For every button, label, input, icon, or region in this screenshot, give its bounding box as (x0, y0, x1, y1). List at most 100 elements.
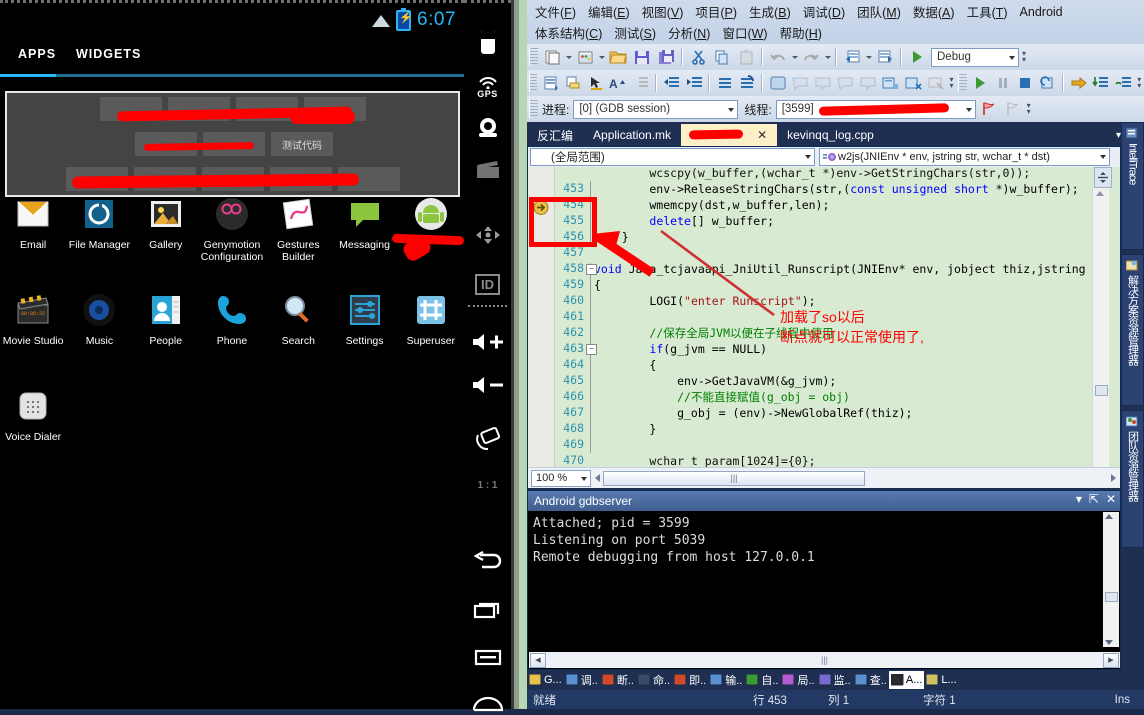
open-file-icon[interactable] (607, 47, 629, 68)
remove-bookmark-folder-icon[interactable] (903, 73, 924, 94)
app-phone[interactable]: Phone (199, 289, 265, 377)
add-bookmark-folder-icon[interactable] (880, 73, 901, 94)
toolbar-grip[interactable] (529, 74, 537, 92)
insert-snippet-icon[interactable] (563, 73, 584, 94)
scale-one-to-one-icon[interactable]: 1 : 1 (464, 471, 511, 499)
save-all-icon[interactable] (655, 47, 677, 68)
scroll-right-icon[interactable]: ▶ (1103, 653, 1119, 668)
new-project-dropdown-icon[interactable] (564, 47, 573, 68)
app-superuser[interactable]: Superuser (398, 289, 464, 377)
dock-item-6[interactable]: 输.. (708, 671, 744, 689)
editor-tab-2[interactable]: Application.mk (583, 124, 681, 146)
dock-item-7[interactable]: 自.. (744, 671, 780, 689)
vertical-tab-team-explorer[interactable]: 团队资源管理器 (1121, 410, 1144, 548)
paste-icon[interactable] (735, 47, 757, 68)
navigate-dropdown-icon[interactable] (864, 47, 873, 68)
menu-item-7[interactable]: 团队(M) (851, 0, 907, 23)
step-over-icon[interactable] (1113, 73, 1134, 94)
decrease-indent-icon[interactable] (631, 73, 652, 94)
increase-line-indent-icon[interactable] (684, 73, 705, 94)
stop-debugging-icon[interactable] (1015, 73, 1036, 94)
toolbar-overflow-icon[interactable]: ▾▾ (1019, 46, 1029, 68)
display-tag-info-icon[interactable] (540, 73, 561, 94)
dock-item-2[interactable]: 调.. (564, 671, 600, 689)
output-horizontal-scrollbar[interactable]: ◀ ||| ▶ (529, 652, 1120, 668)
save-icon[interactable] (631, 47, 653, 68)
back-icon[interactable] (464, 546, 511, 576)
menu-item-2[interactable]: 测试(S) (608, 21, 662, 44)
undo-dropdown-icon[interactable] (790, 47, 799, 68)
menu-item-6[interactable]: 调试(D) (797, 0, 851, 23)
app-gallery[interactable]: Gallery (133, 193, 199, 281)
app-button-popup[interactable]: 测试代码 (5, 91, 460, 197)
add-item-icon[interactable] (574, 47, 596, 68)
toolbar-overflow-icon[interactable]: ▾▾ (1135, 72, 1144, 94)
dock-item-5[interactable]: 即.. (672, 671, 708, 689)
vertical-tab-intellitrace[interactable]: IntelliTrace (1121, 122, 1144, 250)
menu-item-5[interactable]: 生成(B) (743, 0, 797, 23)
dpad-icon[interactable] (464, 220, 511, 250)
font-size-icon[interactable]: A (608, 73, 629, 94)
app-movie-studio[interactable]: 09:06:25 Movie Studio (0, 289, 66, 377)
code-line[interactable]: g_obj = (env)->NewGlobalRef(thiz); (594, 405, 913, 421)
video-clapper-icon[interactable] (464, 155, 511, 185)
code-editor[interactable]: (全局范围) w2js(JNIEnv * env, jstring str, w… (527, 146, 1121, 488)
member-combo[interactable]: w2js(JNIEnv * env, jstring str, wchar_t … (819, 148, 1110, 166)
scroll-up-icon[interactable] (1105, 514, 1113, 519)
volume-up-icon[interactable] (464, 328, 511, 356)
code-line[interactable]: { (594, 357, 656, 373)
menu-item-10[interactable]: Android (1014, 3, 1069, 21)
hscrollbar-thumb[interactable]: ||| (603, 471, 865, 486)
dock-item-12[interactable]: L... (924, 671, 958, 689)
app-people[interactable]: People (133, 289, 199, 377)
prev-bookmark-icon[interactable] (790, 73, 811, 94)
app-voice-dialer[interactable]: Voice Dialer (0, 385, 66, 473)
identifiers-icon[interactable]: ID (464, 270, 511, 298)
new-project-icon[interactable] (541, 47, 563, 68)
decrease-line-indent-icon[interactable] (661, 73, 682, 94)
process-combo[interactable]: [0] (GDB session) (573, 100, 738, 119)
dock-item-4[interactable]: 命.. (636, 671, 672, 689)
menu-item-4[interactable]: 项目(P) (689, 0, 743, 23)
menu-item-2[interactable]: 编辑(E) (582, 0, 636, 23)
menu-item-9[interactable]: 工具(T) (961, 0, 1014, 23)
menu-item-5[interactable]: 帮助(H) (774, 21, 828, 44)
menu-item-3[interactable]: 分析(N) (662, 21, 716, 44)
dock-item-9[interactable]: 监.. (817, 671, 853, 689)
code-line[interactable]: wchar_t param[1024]={0}; (594, 453, 816, 467)
solution-configuration-combo[interactable]: Debug (931, 48, 1019, 67)
navigate-forward-icon[interactable] (874, 47, 896, 68)
step-into-icon[interactable] (1090, 73, 1111, 94)
menu-item-8[interactable]: 数据(A) (907, 0, 961, 23)
editor-tab-1[interactable]: 反汇编 (527, 124, 583, 146)
dock-item-11[interactable]: A... (889, 671, 925, 689)
scroll-left-icon[interactable]: ◀ (530, 653, 546, 668)
toolbar-grip[interactable] (529, 100, 538, 118)
code-text-area[interactable]: wcscpy(w_buffer,(wchar_t *)env->GetStrin… (528, 167, 1120, 467)
output-vertical-scrollbar[interactable] (1103, 512, 1119, 647)
editor-tab-3[interactable]: ✕ (681, 124, 777, 146)
app-search[interactable]: Search (265, 289, 331, 377)
editor-horizontal-scrollbar[interactable]: 100 % ||| (528, 467, 1120, 488)
volume-down-icon[interactable] (464, 371, 511, 399)
comment-block-icon[interactable] (714, 73, 735, 94)
camera-icon[interactable] (464, 113, 511, 143)
scope-combo[interactable]: (全局范围) (530, 148, 815, 166)
popup-button-test-code[interactable]: 测试代码 (271, 132, 333, 156)
dock-item-3[interactable]: 断.. (600, 671, 636, 689)
comment-selection-icon[interactable] (586, 73, 607, 94)
tab-apps[interactable]: APPS (18, 47, 56, 61)
flag-thread-icon[interactable] (977, 99, 999, 120)
redo-dropdown-icon[interactable] (823, 47, 832, 68)
app-gestures-builder[interactable]: Gestures Builder (265, 193, 331, 281)
next-bookmark-icon[interactable] (812, 73, 833, 94)
scroll-left-icon[interactable] (591, 474, 603, 482)
start-debugging-icon[interactable] (906, 47, 928, 68)
vertical-tab-solution-explorer[interactable]: 解决方案资源管理器 (1121, 254, 1144, 406)
gps-icon[interactable]: GPS (464, 71, 511, 103)
toolbar-overflow-icon[interactable]: ▾▾ (947, 72, 956, 94)
panel-menu-icon[interactable]: ▾ (1076, 492, 1082, 506)
toolbar-grip[interactable] (529, 48, 538, 66)
prev-bookmark-folder-icon[interactable] (835, 73, 856, 94)
scroll-right-icon[interactable] (1106, 474, 1120, 482)
